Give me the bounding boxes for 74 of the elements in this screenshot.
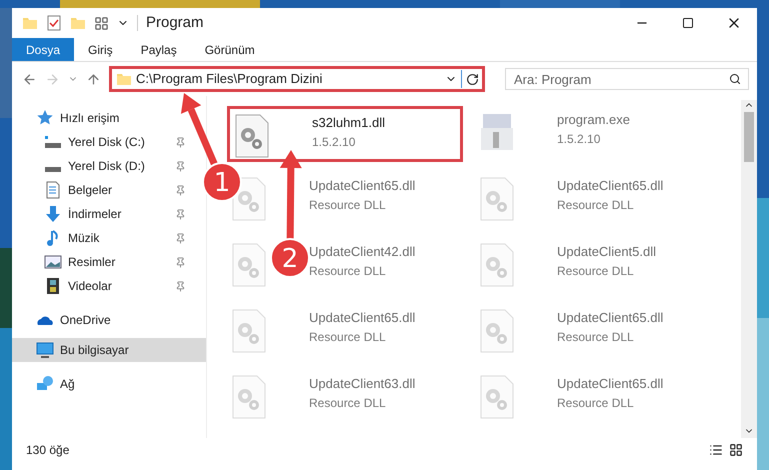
refresh-icon[interactable] — [466, 72, 479, 86]
file-name[interactable]: s32luhm1.dll — [312, 113, 385, 132]
tiles-view-icon[interactable] — [729, 443, 743, 457]
file-detail: Resource DLL — [557, 262, 635, 280]
sidebar-item[interactable]: OneDrive — [12, 308, 117, 332]
maximize-icon[interactable] — [682, 17, 694, 29]
sidebar-item[interactable]: Ağ — [12, 372, 81, 396]
pin-icon[interactable] — [175, 232, 186, 244]
sidebar-item[interactable]: Hızlı erişim — [12, 106, 126, 130]
file-detail: 1.5.2.10 — [557, 130, 602, 148]
address-field[interactable]: C:\Program Files\Program Dizini — [109, 66, 485, 92]
file-detail: 1.5.2.10 — [312, 134, 356, 150]
file-name[interactable]: UpdateClient65.dll — [557, 374, 664, 394]
file-detail: Resource DLL — [557, 394, 635, 412]
file-name[interactable]: program.exe — [557, 110, 630, 130]
file-detail: Resource DLL — [557, 196, 635, 214]
drive-icon — [44, 167, 62, 172]
star-icon — [36, 109, 54, 127]
file-detail: Resource DLL — [309, 328, 387, 346]
search-icon — [729, 73, 741, 85]
film-icon — [44, 277, 62, 295]
number-badge — [202, 162, 242, 202]
scrollbar-thumb[interactable] — [744, 112, 754, 162]
sidebar-item[interactable]: Resimler — [12, 250, 192, 274]
file-detail: Resource DLL — [309, 196, 387, 214]
up-icon[interactable] — [86, 72, 101, 86]
file-detail: Resource DLL — [557, 328, 635, 346]
down-arrow-icon — [44, 205, 62, 223]
file-name[interactable]: UpdateClient63.dll — [309, 374, 416, 394]
sidebar-item[interactable]: Yerel Disk (C:) — [12, 130, 192, 154]
network-icon — [36, 375, 54, 393]
pin-icon[interactable] — [175, 208, 186, 220]
ribbon-tab[interactable]: Giriş — [74, 38, 127, 61]
item-count: 130 öğe — [26, 442, 70, 459]
sidebar-item[interactable]: Bu bilgisayar — [12, 338, 206, 362]
sidebar-item[interactable]: İndirmeler — [12, 202, 192, 226]
ribbon-tab[interactable]: Dosya — [12, 38, 74, 61]
window-title: Program — [146, 12, 204, 33]
pin-icon[interactable] — [175, 256, 186, 268]
selected-file-item[interactable]: s32luhm1.dll 1.5.2.10 — [227, 106, 463, 162]
file-detail: Resource DLL — [309, 394, 387, 412]
search-field[interactable]: Ara: Program — [505, 68, 749, 90]
file-name[interactable]: UpdateClient65.dll — [557, 308, 664, 328]
new-folder-icon — [70, 15, 86, 31]
properties-icon[interactable] — [94, 16, 109, 30]
folder-icon — [116, 71, 132, 87]
monitor-icon — [36, 341, 54, 359]
sidebar-item[interactable]: Müzik — [12, 226, 192, 250]
sidebar-item[interactable]: Belgeler — [12, 178, 192, 202]
address-path: C:\Program Files\Program Dizini — [136, 70, 322, 88]
pin-icon[interactable] — [175, 136, 186, 148]
file-name[interactable]: UpdateClient65.dll — [557, 176, 664, 196]
badge-number: 2 — [282, 244, 298, 274]
file-name[interactable]: UpdateClient65.dll — [309, 308, 416, 328]
file-name[interactable]: UpdateClient65.dll — [309, 176, 416, 196]
ribbon-tab[interactable]: Görünüm — [190, 38, 269, 61]
file-name[interactable]: UpdateClient42.dll — [309, 242, 416, 262]
badge-number: 1 — [214, 168, 230, 198]
back-icon[interactable] — [22, 72, 37, 86]
sidebar-item[interactable]: Videolar — [12, 274, 192, 298]
file-detail: Resource DLL — [309, 262, 387, 280]
drive-icon — [44, 133, 62, 151]
image-icon — [44, 253, 62, 271]
details-view-icon[interactable] — [709, 443, 723, 457]
sidebar-item[interactable]: Yerel Disk (D:) — [12, 154, 192, 178]
pin-icon[interactable] — [175, 160, 186, 172]
ribbon-tab[interactable]: Paylaş — [126, 38, 191, 61]
pin-icon[interactable] — [175, 280, 186, 292]
folder-icon — [22, 15, 38, 31]
checklist-icon[interactable] — [46, 15, 62, 31]
file-name[interactable]: UpdateClient5.dll — [557, 242, 656, 262]
pin-icon[interactable] — [175, 184, 186, 196]
number-badge — [270, 238, 310, 278]
document-icon — [44, 181, 62, 199]
